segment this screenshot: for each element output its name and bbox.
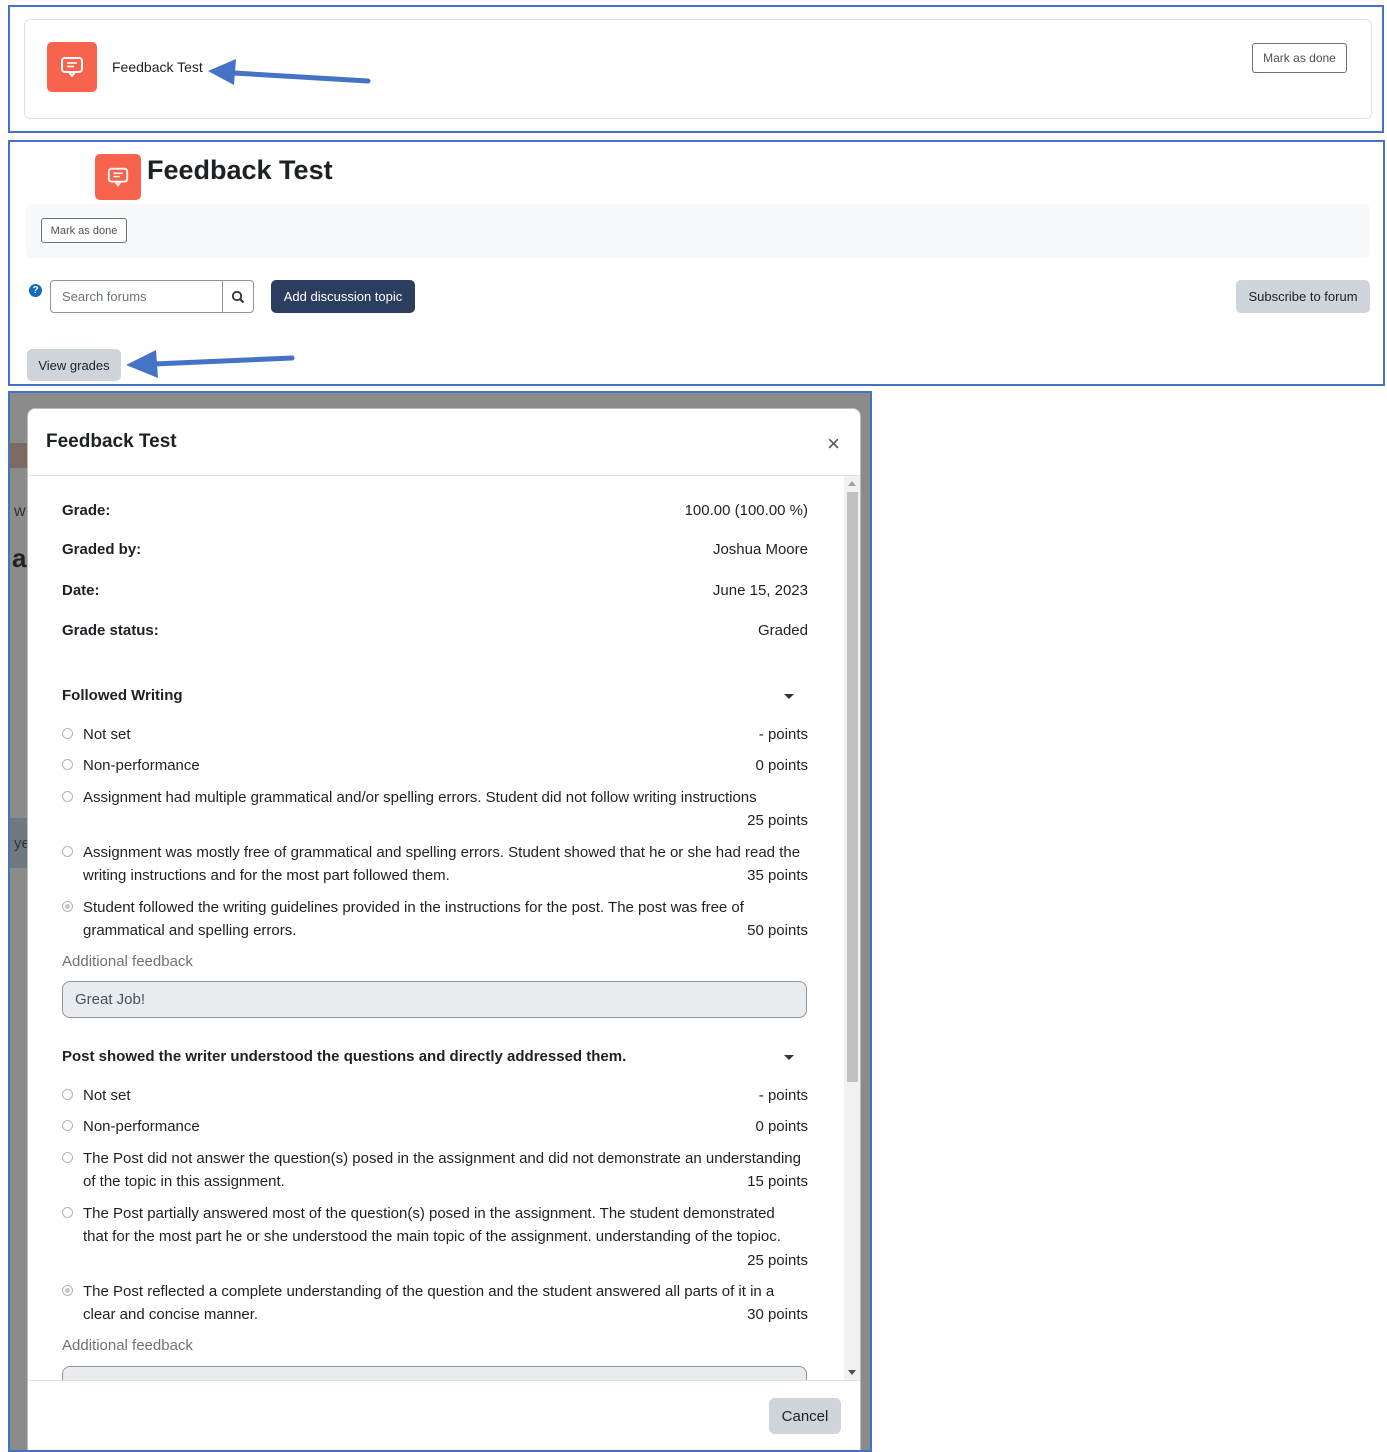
- summary-grade-status: Grade status: Graded: [62, 622, 808, 639]
- radio-button: [62, 759, 73, 770]
- rubric-level: Not set - points: [62, 723, 808, 746]
- summary-date: Date: June 15, 2023: [62, 582, 808, 599]
- grades-modal-panel: w a ye Feedback Test × Grade: 100.00 (100…: [8, 391, 872, 1452]
- scroll-down-icon[interactable]: [848, 1370, 856, 1375]
- close-icon[interactable]: ×: [827, 433, 840, 455]
- radio-button: [62, 791, 73, 802]
- radio-button: [62, 1285, 73, 1296]
- forum-icon: [95, 154, 141, 200]
- summary-grade: Grade: 100.00 (100.00 %): [62, 502, 808, 519]
- view-grades-button[interactable]: View grades: [27, 349, 121, 381]
- annotation-arrow-icon: [126, 350, 295, 378]
- radio-button: [62, 1089, 73, 1100]
- mark-as-done-button[interactable]: Mark as done: [1252, 43, 1347, 73]
- criterion-heading[interactable]: Post showed the writer understood the qu…: [62, 1048, 808, 1065]
- radio-button: [62, 1120, 73, 1131]
- feedback-label: Additional feedback: [62, 1337, 193, 1354]
- radio-button: [62, 1152, 73, 1163]
- rubric-level: Non-performance 0 points: [62, 754, 808, 777]
- activity-link[interactable]: Feedback Test: [112, 59, 203, 75]
- scrollbar-thumb[interactable]: [847, 492, 858, 1082]
- grade-dialog: Feedback Test × Grade: 100.00 (100.00 %) …: [27, 408, 861, 1450]
- completion-bar: [26, 204, 1370, 258]
- radio-button: [62, 901, 73, 912]
- rubric-level-selected: Student followed the writing guidelines …: [62, 896, 808, 942]
- cancel-button[interactable]: Cancel: [769, 1398, 841, 1434]
- backdrop-text: a: [12, 543, 27, 573]
- rubric-level: The Post did not answer the question(s) …: [62, 1147, 808, 1193]
- search-button[interactable]: [222, 281, 253, 312]
- backdrop-text: w: [14, 503, 26, 520]
- dialog-header: Feedback Test ×: [28, 409, 860, 476]
- search-input[interactable]: [51, 281, 223, 312]
- forum-page-panel: Feedback Test Mark as done ? Add discuss…: [8, 140, 1385, 386]
- subscribe-to-forum-button[interactable]: Subscribe to forum: [1236, 280, 1370, 313]
- rubric-level: The Post partially answered most of the …: [62, 1202, 808, 1272]
- search-forums-group: [50, 280, 254, 313]
- feedback-label: Additional feedback: [62, 953, 193, 970]
- rubric-level: Assignment had multiple grammatical and/…: [62, 786, 808, 832]
- scrollbar[interactable]: [844, 476, 860, 1380]
- help-icon[interactable]: ?: [29, 284, 42, 297]
- radio-button: [62, 728, 73, 739]
- rubric-level-selected: The Post reflected a complete understand…: [62, 1280, 808, 1326]
- scroll-up-icon[interactable]: [848, 481, 856, 486]
- dialog-title: Feedback Test: [46, 431, 177, 452]
- rubric-level: Assignment was mostly free of grammatica…: [62, 841, 808, 887]
- search-icon: [231, 290, 245, 303]
- page-title: Feedback Test: [147, 155, 333, 185]
- add-discussion-topic-button[interactable]: Add discussion topic: [271, 280, 415, 313]
- radio-button: [62, 846, 73, 857]
- rubric-level: Not set - points: [62, 1084, 808, 1107]
- radio-button: [62, 1207, 73, 1218]
- feedback-field[interactable]: [62, 1366, 807, 1380]
- mark-as-done-button[interactable]: Mark as done: [41, 218, 127, 243]
- feedback-field[interactable]: Great Job!: [62, 981, 807, 1018]
- chevron-down-icon[interactable]: [784, 694, 794, 699]
- dialog-body[interactable]: Grade: 100.00 (100.00 %) Graded by: Joshua…: [28, 476, 860, 1380]
- criterion-heading[interactable]: Followed Writing: [62, 687, 808, 704]
- course-activity-panel: Feedback Test Mark as done: [8, 5, 1384, 133]
- chevron-down-icon[interactable]: [784, 1055, 794, 1060]
- annotation-arrow-icon: [208, 59, 371, 85]
- rubric-level: Non-performance 0 points: [62, 1115, 808, 1138]
- dialog-footer: Cancel: [28, 1380, 860, 1450]
- summary-graded-by: Graded by: Joshua Moore: [62, 541, 808, 558]
- forum-icon: [47, 42, 97, 92]
